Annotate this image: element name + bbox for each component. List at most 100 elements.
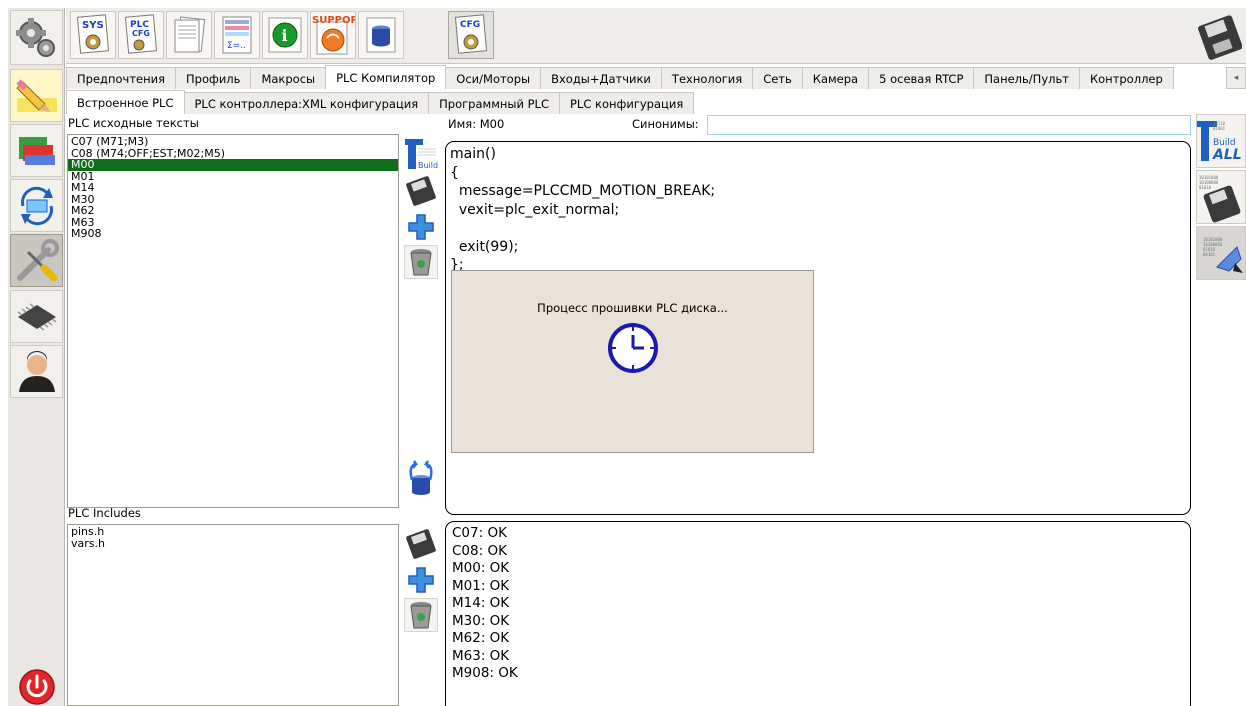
tab-main-5[interactable]: Входы+Датчики [540,67,662,89]
svg-text:SYS: SYS [82,20,104,31]
cfg-button[interactable]: CFG [448,11,494,59]
plus-icon [408,214,434,240]
svg-text:Σ=..: Σ=.. [227,41,246,51]
plc-sources-title: PLC исходные тексты [68,116,199,130]
upload-database-button[interactable] [404,460,438,496]
svg-text:01010: 01010 [1199,185,1212,190]
sync-button[interactable] [10,179,63,232]
compile-output: C07: OK C08: OK M00: OK M01: OK M14: OK … [445,521,1191,706]
power-button[interactable] [10,668,63,706]
svg-text:Build: Build [418,161,438,170]
list-item[interactable]: M14 [68,182,398,194]
main-tabbar: Предпочтения Профиль Макросы PLC Компилятор… [66,65,1174,89]
save-all-button[interactable] [1196,14,1243,60]
build-all-icon: 1011001001 Build ALL [1197,121,1242,163]
info-button[interactable]: i [262,11,308,59]
tab-main-11[interactable]: Контроллер [1078,67,1174,89]
list-item[interactable]: M30 [68,193,398,206]
books-icon [18,136,55,165]
sys-gear-icon: SYS [76,14,110,54]
upload-binary-button[interactable]: 10101000 10100000 01010 00101 [1196,226,1246,280]
list-item[interactable]: M908 [68,228,398,240]
tab-main-1[interactable]: Профиль [175,67,252,89]
build-hammer-icon: Build [405,139,438,170]
support-button[interactable]: SUPPORT [310,11,356,59]
save-source-button[interactable] [404,174,438,208]
plc-includes-list[interactable]: pins.h vars.h [67,524,399,706]
list-item[interactable]: vars.h [68,537,398,550]
save-include-button[interactable] [404,527,438,561]
plc-sources-list[interactable]: C07 (M71;M3) C08 (M74;OFF;EST;M02;M5) M00 M… [67,134,399,508]
books-button[interactable] [10,124,63,177]
list-item[interactable]: M62 [68,205,398,217]
synonyms-label: Синонимы: [632,117,699,131]
svg-text:00101: 00101 [1203,252,1216,257]
name-label: Имя: [448,117,477,131]
svg-text:01001: 01001 [1213,126,1226,131]
tab-main-4[interactable]: Оси/Моторы [445,67,542,89]
svg-text:SUPPORT: SUPPORT [312,15,355,26]
plc-cfg-icon: PLC CFG [124,14,158,54]
user-icon [18,350,55,392]
svg-text:CFG: CFG [132,29,150,38]
tab-sub-2[interactable]: Программный PLC [428,92,560,114]
sync-icon [20,186,53,225]
delete-source-button[interactable] [404,245,438,279]
user-button[interactable] [10,345,63,398]
edit-pencil-button[interactable] [10,69,63,122]
add-include-button[interactable] [404,563,438,597]
sys-config-button[interactable]: SYS [70,11,116,59]
plus-icon [408,567,434,593]
list-item[interactable]: C07 (M71;M3) [68,136,398,148]
floppy-disk-icon [406,529,436,559]
floppy-disk-icon [406,176,436,206]
list-item[interactable]: M01 [68,170,398,183]
trash-icon [410,249,432,276]
tab-sub-3[interactable]: PLC конфигурация [558,92,695,114]
chip-button[interactable] [10,290,63,343]
clock-icon [608,323,658,373]
tab-main-6[interactable]: Технология [660,67,754,89]
tab-main-9[interactable]: 5 осевая RTCP [868,67,975,89]
support-icon: SUPPORT [312,15,355,55]
tab-main-10[interactable]: Панель/Пульт [973,67,1080,89]
save-binary-button[interactable]: 10101000 10100000 01010 [1196,170,1246,224]
svg-text:CFG: CFG [460,20,480,30]
formula-editor-button[interactable]: Σ=.. [214,11,260,59]
delete-include-button[interactable] [404,598,438,632]
code-editor-text[interactable]: main() { message=PLCCMD_MOTION_BREAK; ve… [450,145,715,275]
info-icon: i [268,17,302,53]
synonyms-input[interactable] [707,115,1191,135]
list-item[interactable]: M00 [68,159,398,171]
floppy-disk-icon [1198,15,1243,60]
progress-dialog: Процесс прошивки PLC диска... [451,270,814,453]
plc-config-button[interactable]: PLC CFG [118,11,164,59]
database-button[interactable] [358,11,404,59]
add-source-button[interactable] [404,210,438,244]
tab-sub-1[interactable]: PLC контроллера:XML конфигурация [183,92,430,114]
sub-tabbar: Встроенное PLC PLC контроллера:XML конфиг… [66,90,695,114]
tab-scroll-left-icon[interactable]: ◂ [1226,67,1246,89]
tab-sub-0[interactable]: Встроенное PLC [66,90,185,114]
trash-icon [410,602,432,629]
pencil-icon [15,78,57,112]
tools-button[interactable] [10,234,63,287]
list-item[interactable]: pins.h [68,526,398,538]
tab-main-2[interactable]: Макросы [250,67,327,89]
list-item[interactable]: M63 [68,216,398,229]
tab-main-7[interactable]: Сеть [752,67,803,89]
tab-main-0[interactable]: Предпочтения [66,67,177,89]
top-toolbar: SYS PLC CFG Σ=.. i SUPPOR CFG [66,8,1246,64]
build-all-button[interactable]: 10110 01001 Build ALL [1196,114,1246,168]
build-button[interactable]: Build [404,137,438,171]
compile-output-text: C07: OK C08: OK M00: OK M01: OK M14: OK … [452,525,518,681]
documents-button[interactable] [166,11,212,59]
list-item[interactable]: C08 (M74;OFF;EST;M02;M5) [68,147,398,160]
formula-icon: Σ=.. [222,16,252,54]
settings-gears-button[interactable] [10,10,63,65]
svg-text:ALL: ALL [1212,147,1242,163]
tab-main-3[interactable]: PLC Компилятор [325,65,447,89]
floppy-binary-icon: 101010001010000001010 [1199,175,1241,223]
left-sidebar [8,8,65,706]
tab-main-8[interactable]: Камера [801,67,870,89]
